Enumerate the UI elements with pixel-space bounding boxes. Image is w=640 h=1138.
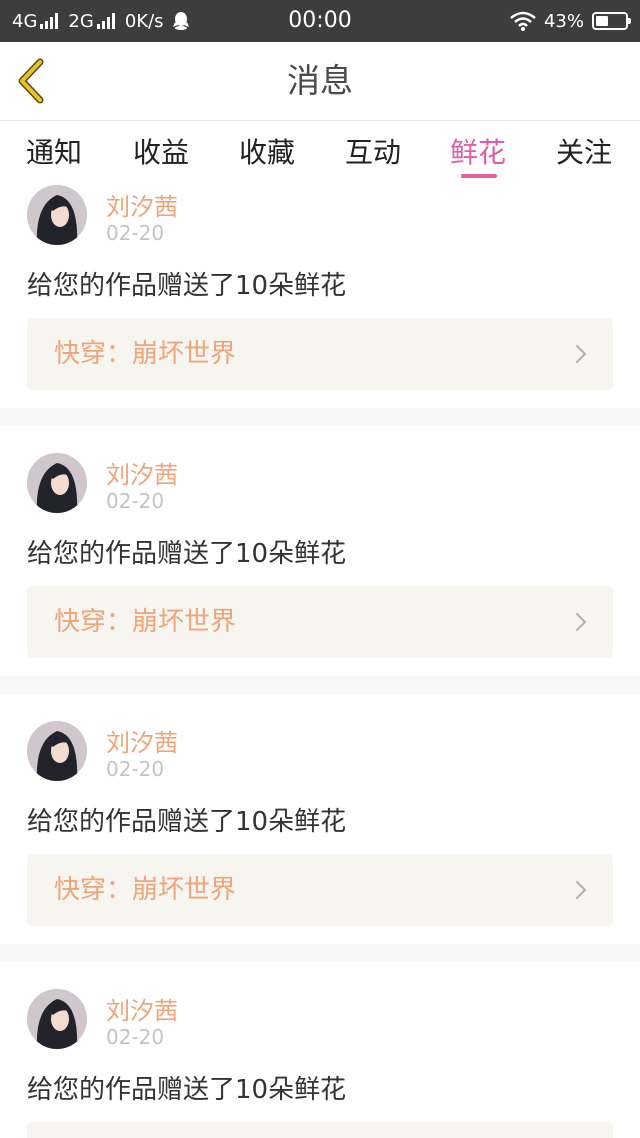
chevron-right-icon	[575, 880, 587, 900]
tab-following[interactable]: 关注	[556, 131, 612, 175]
message-date: 02-20	[106, 1025, 165, 1049]
card-separator	[0, 944, 640, 962]
card-separator	[0, 676, 640, 694]
battery-level	[596, 16, 608, 26]
avatar-image	[27, 989, 87, 1049]
sender-name: 刘汐茜	[106, 997, 178, 1025]
tab-bar: 通知 收益 收藏 互动 鲜花 关注	[0, 121, 640, 181]
avatar-image	[27, 185, 87, 245]
tab-favorites[interactable]: 收藏	[239, 131, 295, 175]
message-card: 刘汐茜 02-20 给您的作品赠送了10朵鲜花 快穿：崩坏世界	[0, 426, 640, 676]
card-separator	[0, 408, 640, 426]
work-title: 快穿：崩坏世界	[54, 339, 237, 369]
status-bar: 4G 2G 0K/s 00:00 43%	[0, 0, 640, 42]
nav-bar: 消息	[0, 42, 640, 121]
message-card: 刘汐茜 02-20 给您的作品赠送了10朵鲜花 快穿：崩坏世界	[0, 694, 640, 944]
battery-percent: 43%	[543, 10, 584, 32]
work-title: 快穿：崩坏世界	[54, 607, 237, 637]
message-card: 刘汐茜 02-20 给您的作品赠送了10朵鲜花 快穿：崩坏世界	[0, 181, 640, 408]
chevron-right-icon	[575, 344, 587, 364]
message-text: 给您的作品赠送了10朵鲜花	[27, 539, 347, 569]
avatar-image	[27, 453, 87, 513]
work-link[interactable]	[27, 1122, 613, 1138]
work-link[interactable]: 快穿：崩坏世界	[27, 586, 613, 658]
message-text: 给您的作品赠送了10朵鲜花	[27, 271, 347, 301]
avatar[interactable]	[27, 185, 87, 245]
message-date: 02-20	[106, 489, 165, 513]
message-text: 给您的作品赠送了10朵鲜花	[27, 1075, 347, 1105]
tab-flowers[interactable]: 鲜花	[450, 131, 506, 175]
active-tab-indicator	[461, 174, 497, 178]
tab-interactions[interactable]: 互动	[345, 131, 401, 175]
tab-notifications[interactable]: 通知	[26, 131, 82, 175]
tab-earnings[interactable]: 收益	[133, 131, 189, 175]
sender-name: 刘汐茜	[106, 461, 178, 489]
avatar[interactable]	[27, 453, 87, 513]
sender-name: 刘汐茜	[106, 729, 178, 757]
work-link[interactable]: 快穿：崩坏世界	[27, 854, 613, 926]
avatar[interactable]	[27, 989, 87, 1049]
message-text: 给您的作品赠送了10朵鲜花	[27, 807, 347, 837]
back-button[interactable]	[14, 58, 54, 104]
chevron-left-icon	[18, 58, 44, 104]
work-link[interactable]: 快穿：崩坏世界	[27, 318, 613, 390]
work-title: 快穿：崩坏世界	[54, 875, 237, 905]
battery-icon	[592, 12, 631, 30]
chevron-right-icon	[575, 612, 587, 632]
status-right: 43%	[510, 0, 631, 42]
message-date: 02-20	[106, 757, 165, 781]
avatar[interactable]	[27, 721, 87, 781]
avatar-image	[27, 721, 87, 781]
message-card: 刘汐茜 02-20 给您的作品赠送了10朵鲜花	[0, 962, 640, 1138]
wifi-icon	[510, 11, 536, 31]
sender-name: 刘汐茜	[106, 193, 178, 221]
message-date: 02-20	[106, 221, 165, 245]
page-title: 消息	[287, 61, 353, 100]
